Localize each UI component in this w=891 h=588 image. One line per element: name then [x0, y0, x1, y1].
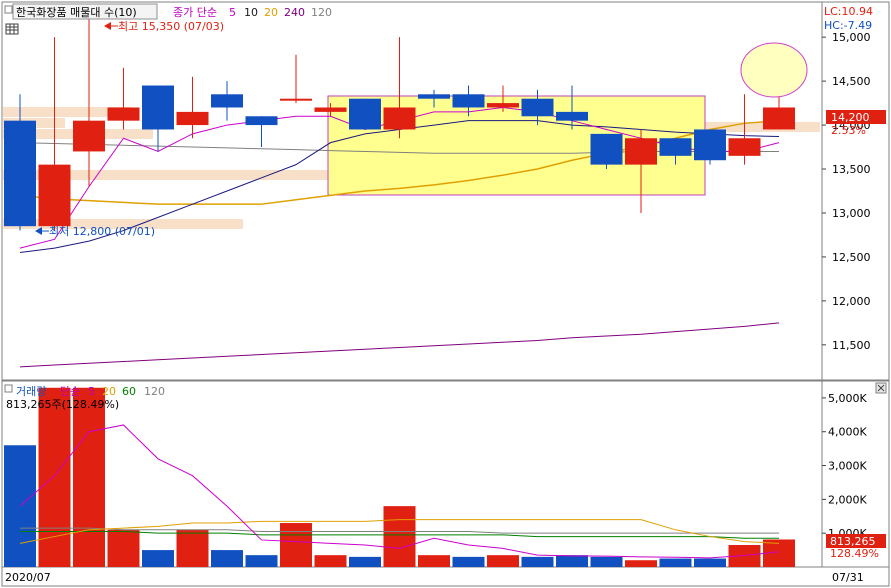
ma-period-20: 20 — [264, 6, 278, 19]
candle-body — [694, 129, 726, 161]
time-axis-frame — [1, 566, 890, 587]
candle-body — [107, 107, 140, 121]
candle-body — [383, 107, 416, 130]
grid-toggle-icon[interactable] — [5, 23, 19, 35]
volume-ma-period-5: 5 — [88, 385, 95, 398]
volume-bar — [590, 556, 623, 567]
annotation-ellipse — [740, 42, 808, 98]
price-tick-label: 11,500 — [832, 339, 871, 352]
price-tick-label: 12,500 — [832, 251, 871, 264]
ma-period-120: 120 — [311, 6, 332, 19]
price-tick-label: 13,500 — [832, 163, 871, 176]
candle-body — [245, 116, 278, 126]
ma-label: 종가 단순 — [173, 6, 217, 19]
volume-bar — [659, 558, 692, 567]
candle-body — [728, 138, 761, 156]
lc-label: LC:10.94 — [824, 5, 873, 18]
volume-readout: 813,265주(128.49%) — [6, 398, 119, 411]
volume-bar — [521, 556, 554, 567]
ma-period-5: 5 — [229, 6, 236, 19]
volume-bar — [314, 555, 347, 567]
volume-bar — [211, 550, 243, 567]
candle-body — [625, 138, 657, 165]
candle-body — [314, 107, 347, 112]
volume-ma-label: 단순 — [60, 385, 80, 398]
volume-title: 거래량 — [16, 385, 46, 398]
candle — [349, 98, 381, 130]
volume-badge-pct: 128.49% — [830, 547, 879, 560]
candle-body — [4, 120, 36, 227]
volume-bar — [694, 558, 726, 567]
candle-body — [211, 94, 243, 108]
x-axis-end-label: 07/31 — [832, 571, 864, 584]
volume-bar — [245, 555, 278, 567]
x-axis-start-label: 2020/07 — [5, 571, 51, 584]
candle-body — [280, 98, 312, 101]
candle — [590, 133, 623, 170]
volume-bar — [280, 523, 312, 567]
volume-collapse-icon[interactable] — [875, 382, 887, 394]
volume-tick-label: 5,000K — [828, 392, 867, 405]
candle-body — [73, 120, 105, 152]
candle-body — [590, 133, 623, 165]
volume-bar — [418, 555, 450, 567]
volume-bar — [487, 555, 519, 567]
chart-title: 한국화장품 매물대 수(10) — [16, 6, 137, 19]
volume-bar — [452, 556, 485, 567]
volume-tick-label: 3,000K — [828, 460, 867, 473]
candle-body — [452, 94, 485, 108]
volume-ma-period-120: 120 — [144, 385, 165, 398]
candle — [694, 129, 726, 165]
volume-bar — [625, 560, 657, 567]
volume-ma-period-60: 60 — [122, 385, 136, 398]
volume-tick-label: 2,000K — [828, 493, 867, 506]
volume-bar — [142, 550, 174, 567]
candle-body — [556, 111, 588, 121]
ma-period-240: 240 — [284, 6, 305, 19]
candle-body — [176, 111, 209, 126]
candle-body — [418, 94, 450, 99]
volume-bar — [38, 387, 71, 567]
low-annotation: 최저 12,800 (07/01) — [49, 225, 155, 238]
price-tick-label: 12,000 — [832, 295, 871, 308]
volume-bar — [107, 529, 140, 567]
stock-chart-window: 11,500 12,000 12,500 13,000 13,500 14,000 14,5… — [0, 0, 891, 588]
price-badge-value: 14,200 — [831, 111, 870, 124]
high-annotation: 최고 15,350 (07/03) — [118, 20, 224, 33]
price-axis-frame — [821, 1, 890, 381]
hc-label: HC:-7.49 — [824, 19, 872, 32]
candle-body — [521, 98, 554, 117]
volume-bar — [556, 555, 588, 567]
candle-body — [38, 164, 71, 227]
ma-period-10: 10 — [244, 6, 258, 19]
candle-body — [659, 138, 692, 156]
volume-bar — [73, 387, 105, 567]
price-badge-pct: 2.53% — [831, 124, 866, 137]
price-tick-label: 15,000 — [832, 31, 871, 44]
price-tick-label: 14,500 — [832, 75, 871, 88]
panel-menu-icon[interactable] — [4, 5, 13, 14]
candle-body — [487, 103, 519, 108]
volume-bar — [176, 529, 209, 567]
volume-bar — [383, 506, 416, 567]
volume-bar — [349, 556, 381, 567]
volume-tick-label: 4,000K — [828, 426, 867, 439]
candle-body — [763, 107, 795, 130]
volume-menu-icon[interactable] — [4, 384, 13, 393]
price-tick-label: 13,000 — [832, 207, 871, 220]
chart-canvas[interactable]: 11,50012,00012,50013,00013,50014,00014,5… — [0, 0, 891, 588]
candle-body — [142, 85, 174, 130]
candle-body — [349, 98, 381, 130]
volume-ma-period-20: 20 — [102, 385, 116, 398]
